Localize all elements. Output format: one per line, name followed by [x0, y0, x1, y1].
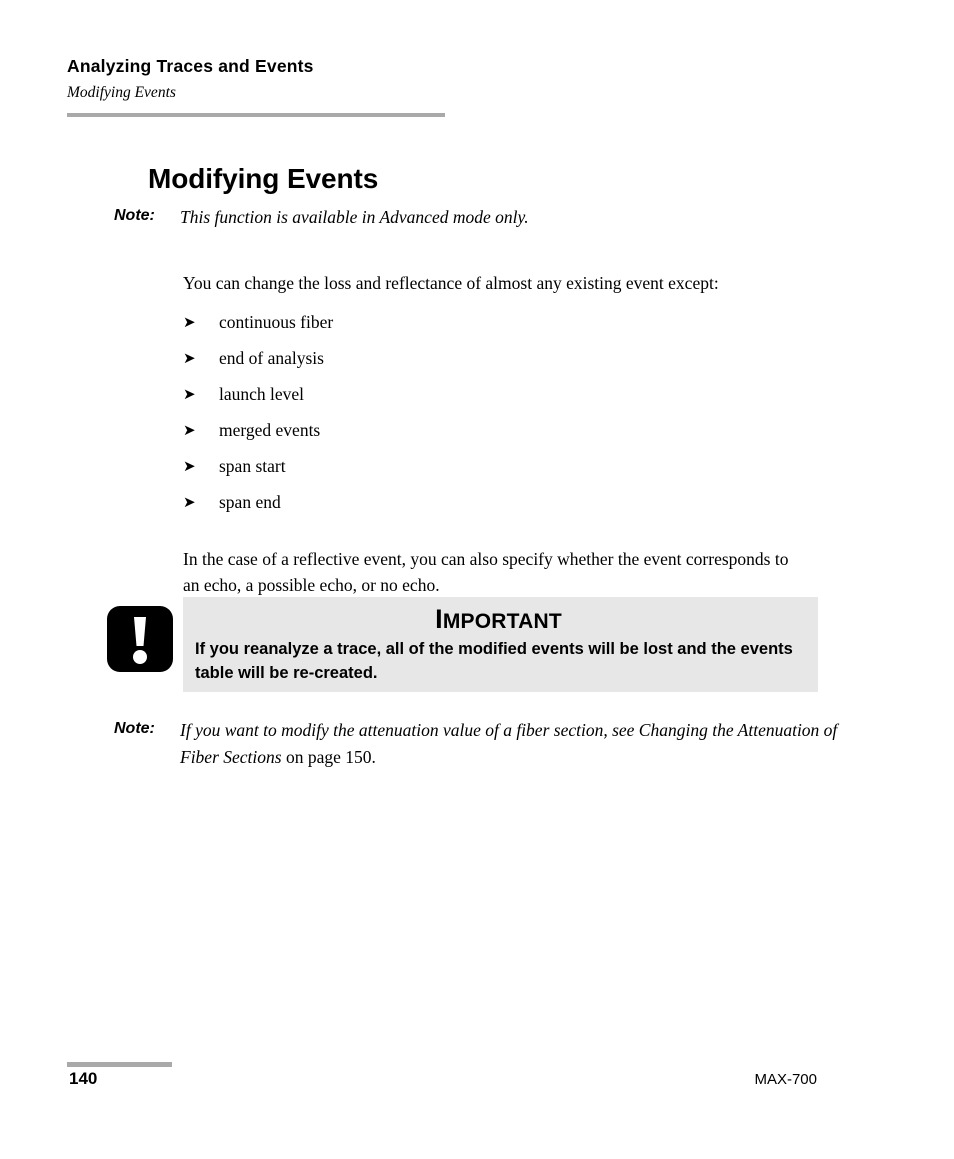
list-item-label: merged events	[219, 420, 321, 440]
footer-product-name: MAX-700	[754, 1071, 817, 1088]
note-label: Note:	[114, 720, 155, 737]
footer-page-number: 140	[69, 1069, 98, 1088]
list-item-label: span start	[219, 456, 286, 476]
important-callout-title: IMPORTANT	[193, 603, 804, 635]
arrow-bullet-icon: ➤	[183, 385, 196, 403]
header-divider-rule	[67, 113, 445, 117]
list-item: ➤ merged events	[183, 419, 583, 455]
list-item: ➤ end of analysis	[183, 347, 583, 383]
note-text: If you want to modify the attenuation va…	[180, 717, 844, 771]
excluded-events-list: ➤ continuous fiber ➤ end of analysis ➤ l…	[183, 311, 583, 527]
list-item-label: span end	[219, 492, 281, 512]
note-text-italic: If you want to modify the attenuation va…	[180, 720, 838, 768]
note-text-page-reference: on page 150.	[281, 747, 376, 768]
list-item: ➤ span start	[183, 455, 583, 491]
page-title: Modifying Events	[148, 162, 379, 194]
arrow-bullet-icon: ➤	[183, 493, 196, 511]
arrow-bullet-icon: ➤	[183, 313, 196, 331]
header-section-title: Modifying Events	[67, 84, 176, 101]
note-text: This function is available in Advanced m…	[180, 207, 529, 227]
list-item: ➤ continuous fiber	[183, 311, 583, 347]
arrow-bullet-icon: ➤	[183, 457, 196, 475]
arrow-bullet-icon: ➤	[183, 349, 196, 367]
important-title-initial: I	[435, 604, 443, 634]
header-chapter-title: Analyzing Traces and Events	[67, 56, 314, 76]
list-item: ➤ span end	[183, 491, 583, 527]
important-callout-text: If you reanalyze a trace, all of the mod…	[195, 640, 793, 682]
running-header: Analyzing Traces and Events Modifying Ev…	[67, 56, 827, 103]
exclamation-warning-icon	[107, 606, 173, 672]
list-item-label: end of analysis	[219, 348, 324, 368]
paragraph-intro: You can change the loss and reflectance …	[183, 272, 719, 293]
important-callout-box: IMPORTANT If you reanalyze a trace, all …	[183, 597, 818, 692]
list-item-label: launch level	[219, 384, 305, 404]
list-item: ➤ launch level	[183, 383, 583, 419]
note-label: Note:	[114, 207, 155, 224]
list-item-label: continuous fiber	[219, 312, 334, 332]
footer-divider-rule	[67, 1062, 172, 1067]
arrow-bullet-icon: ➤	[183, 421, 196, 439]
document-page: Analyzing Traces and Events Modifying Ev…	[0, 0, 954, 1159]
important-title-rest: MPORTANT	[442, 610, 562, 633]
note-advanced-mode: Note: This function is available in Adva…	[114, 204, 874, 231]
note-attenuation-reference: Note: If you want to modify the attenuat…	[114, 717, 844, 771]
paragraph-reflective-event: In the case of a reflective event, you c…	[183, 548, 789, 596]
